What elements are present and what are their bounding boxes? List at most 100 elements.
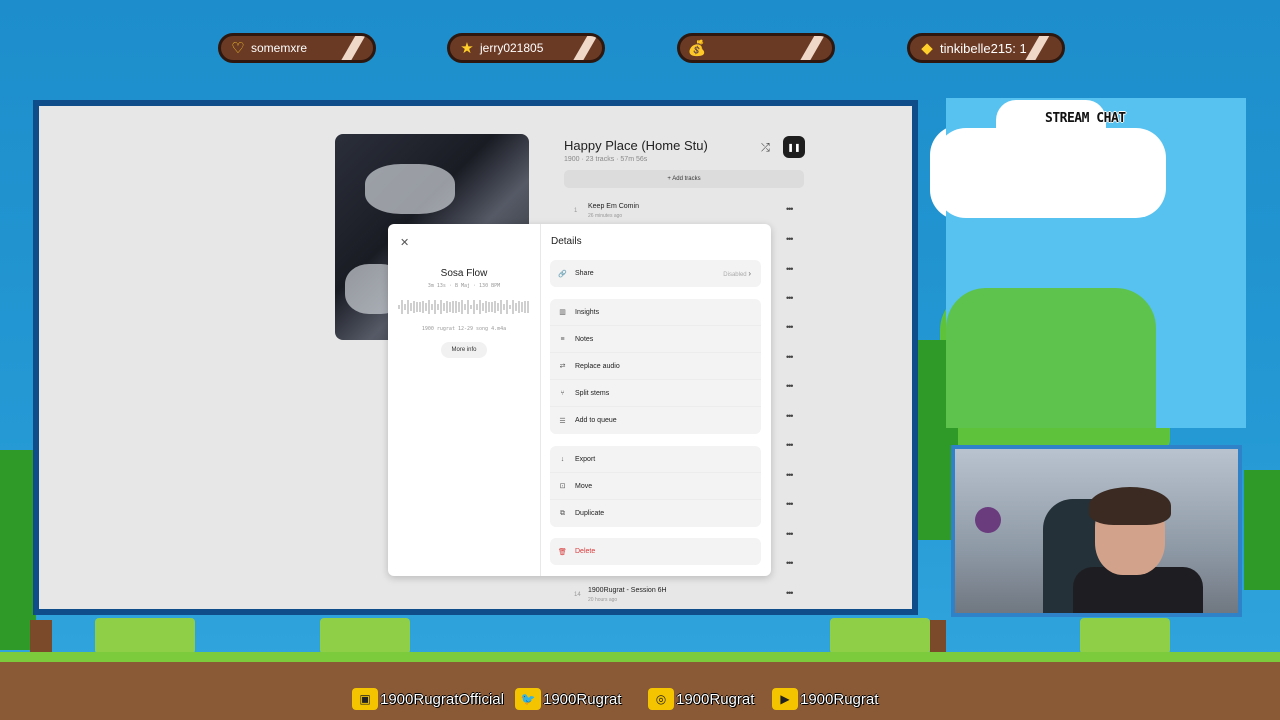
playlist-meta: 1900 · 23 tracks · 57m 56s [564,156,648,163]
link-icon: 🔗 [558,270,567,278]
social-twitter: 🐦 1900Rugrat [515,688,621,710]
waveform-bar [482,302,484,312]
screen-capture: Happy Place (Home Stu) 1900 · 23 tracks … [33,100,918,615]
twitter-icon: 🐦 [515,688,541,710]
move-item[interactable]: ⊡ Move [550,473,761,500]
youtube-icon: ▶ [772,688,798,710]
track-menu-icon[interactable]: ••• [786,558,794,568]
waveform-bar [398,305,400,309]
waveform-bar [404,303,406,311]
move-icon: ⊡ [559,483,566,490]
track-menu-icon[interactable]: ••• [786,470,794,480]
track-row[interactable]: 14 1900Rugrat - Session 6H 20 hours ago [564,584,804,608]
social-youtube: ▶ 1900Rugrat [772,688,878,710]
chart-icon: ▥ [559,309,566,316]
track-time: 20 hours ago [588,597,618,603]
tree [1244,470,1280,590]
notes-item[interactable]: ≡ Notes [550,326,761,353]
share-group: 🔗 Share Disabled › [550,260,761,287]
replace-icon: ⇄ [559,363,566,370]
trash-icon: 🗑 [558,548,567,556]
waveform-bar [461,300,463,314]
waveform[interactable] [398,300,531,314]
alert-bar-donation: 💰 [677,33,835,63]
waveform-bar [464,303,466,311]
shuffle-icon[interactable]: ⤮ [761,142,770,155]
waveform-bar [494,300,496,314]
waveform-bar [422,300,424,314]
alert-text: somemxre [251,41,308,55]
track-time: 26 minutes ago [588,213,623,219]
waveform-bar [443,303,445,311]
more-info-button[interactable]: More info [441,342,487,358]
ground [0,662,1280,720]
track-menu-icon[interactable]: ••• [786,352,794,362]
waveform-bar [509,304,511,310]
bush [830,618,930,654]
pause-button[interactable]: ❚❚ [783,136,805,158]
track-menu-icon[interactable]: ••• [786,322,794,332]
waveform-bar [407,300,409,314]
bush [95,618,195,654]
bush [320,618,410,654]
waveform-bar [458,302,460,312]
bush [1080,618,1170,654]
chevron-right-icon: › [748,269,751,278]
waveform-bar [518,300,520,314]
track-menu-icon[interactable]: ••• [786,499,794,509]
waveform-bar [437,304,439,310]
waveform-bar [401,300,403,314]
song-details-modal: ✕ Sosa Flow 3m 13s · B Maj · 130 BPM 190… [388,224,771,576]
waveform-bar [515,303,517,311]
share-item[interactable]: 🔗 Share Disabled › [550,260,761,287]
alert-bar-follower: ♡ somemxre [218,33,376,63]
file-name: 1900 rugrat 12-29 song 4.m4a [421,326,507,332]
track-menu-icon[interactable]: ••• [786,381,794,391]
track-menu-icon[interactable]: ••• [786,588,794,598]
waveform-bar [410,302,412,312]
diamond-icon: ◆ [921,40,933,57]
close-icon[interactable]: ✕ [400,236,409,249]
waveform-bar [488,301,490,313]
waveform-bar [497,302,499,312]
track-menu-icon[interactable]: ••• [786,411,794,421]
waveform-bar [413,301,415,313]
track-name: 1900Rugrat - Session 6H [588,587,667,594]
waveform-bar [470,304,472,310]
star-icon: ★ [460,40,474,57]
cloud [996,100,1106,160]
track-menu-icon[interactable]: ••• [786,204,794,214]
waveform-bar [473,300,475,314]
details-title: Details [551,236,582,247]
chat-title: STREAM CHAT [1045,111,1126,126]
webcam-feed [951,445,1242,617]
money-bag-icon: 💰 [687,40,707,57]
waveform-bar [425,303,427,311]
waveform-bar [452,301,454,313]
delete-item[interactable]: 🗑 Delete [550,538,761,565]
tree [946,288,1156,428]
add-to-queue-item[interactable]: ☰ Add to queue [550,407,761,434]
split-stems-item[interactable]: ⑂ Split stems [550,380,761,407]
split-icon: ⑂ [560,389,565,397]
notes-icon: ≡ [560,335,565,343]
waveform-bar [455,301,457,313]
track-menu-icon[interactable]: ••• [786,234,794,244]
track-menu-icon[interactable]: ••• [786,293,794,303]
track-menu-icon[interactable]: ••• [786,440,794,450]
track-row[interactable]: 1 Keep Em Comin 26 minutes ago [564,200,804,224]
insights-item[interactable]: ▥ Insights [550,299,761,326]
waveform-bar [524,301,526,313]
alert-bar-subscriber: ★ jerry021805 [447,33,605,63]
replace-audio-item[interactable]: ⇄ Replace audio [550,353,761,380]
track-menu-icon[interactable]: ••• [786,264,794,274]
duplicate-item[interactable]: ⧉ Duplicate [550,500,761,527]
waveform-bar [428,300,430,314]
share-status: Disabled › [723,269,751,278]
waveform-bar [506,300,508,314]
waveform-bar [434,300,436,314]
track-menu-icon[interactable]: ••• [786,529,794,539]
add-tracks-button[interactable]: + Add tracks [564,170,804,188]
export-item[interactable]: ↓ Export [550,446,761,473]
streamer-hair [1089,487,1171,525]
